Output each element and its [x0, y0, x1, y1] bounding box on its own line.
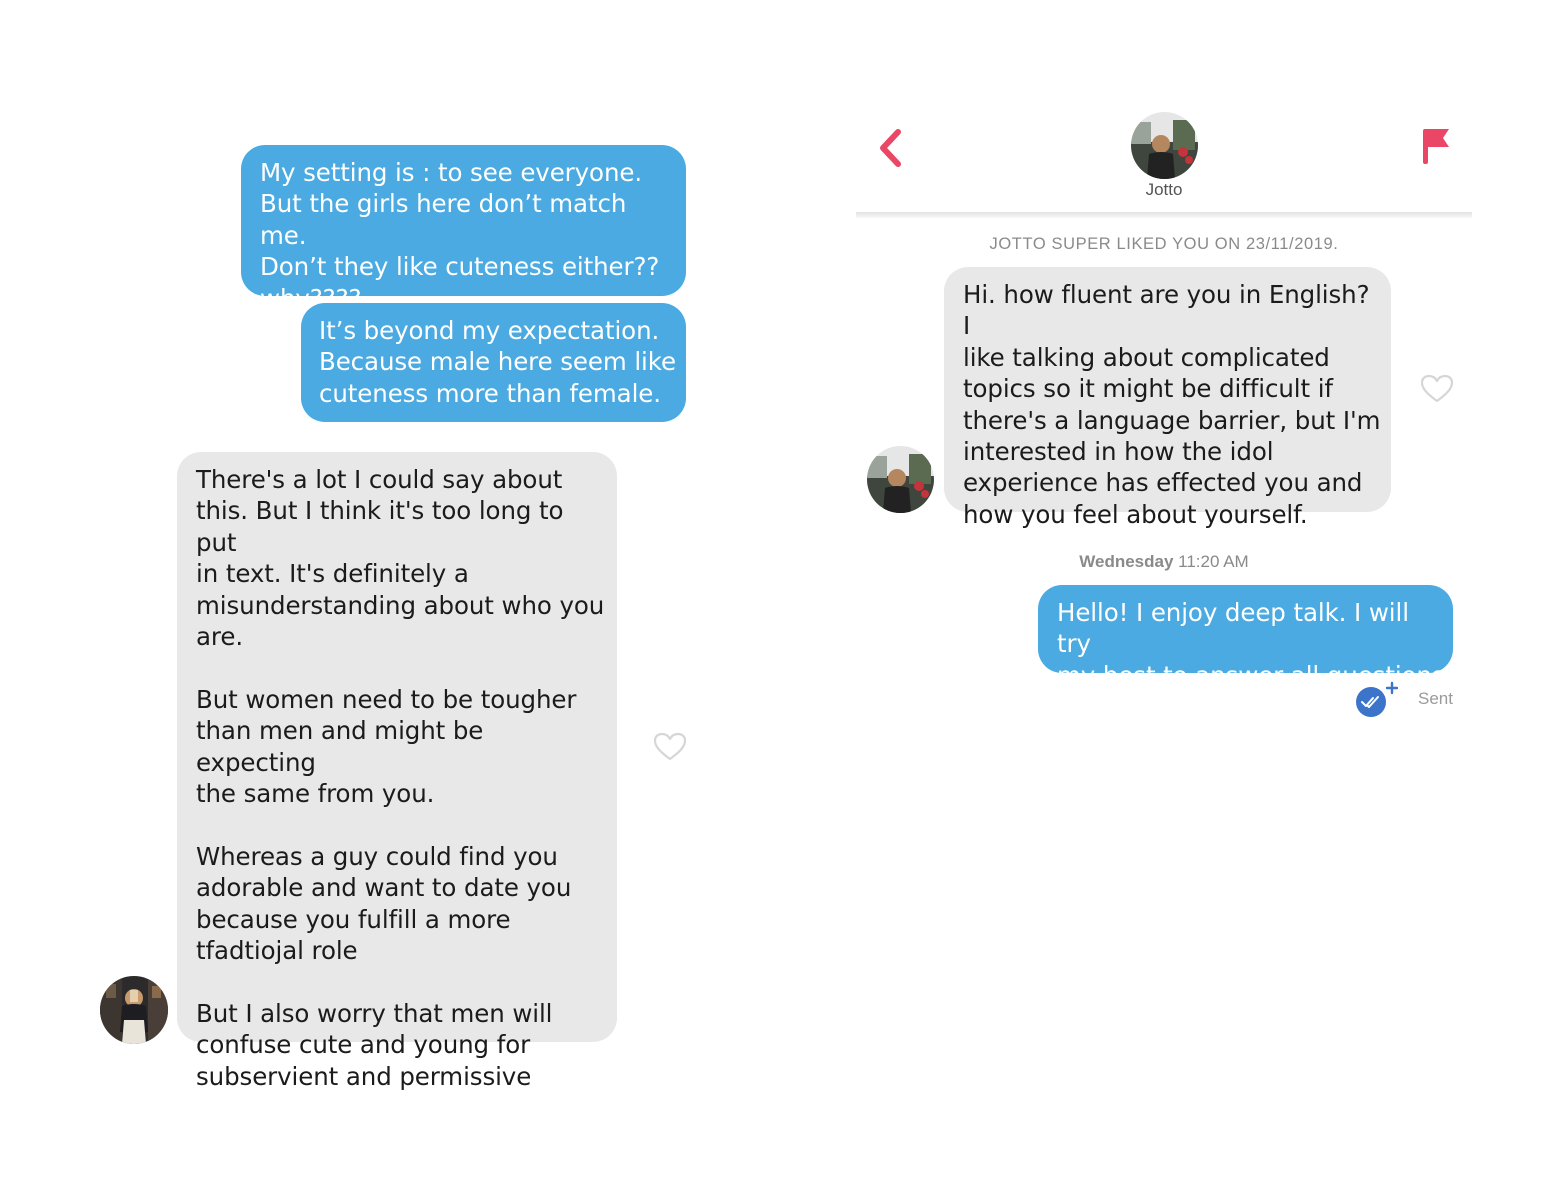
read-receipt-icon — [1356, 681, 1398, 717]
avatar-photo — [100, 976, 168, 1044]
back-arrow-icon[interactable] — [876, 126, 906, 170]
received-message-bubble[interactable]: Hi. how fluent are you in English? I lik… — [944, 267, 1391, 529]
sent-message-bubble[interactable]: Hello! I enjoy deep talk. I will try my … — [1038, 585, 1453, 690]
super-like-notice: JOTTO SUPER LIKED YOU ON 23/11/2019. — [989, 235, 1339, 253]
match-name[interactable]: Jotto — [1104, 180, 1224, 200]
header-avatar[interactable] — [1131, 112, 1198, 179]
match-avatar[interactable] — [100, 976, 168, 1044]
avatar-photo — [867, 446, 934, 513]
header-divider — [856, 212, 1472, 218]
like-heart-icon[interactable] — [653, 732, 687, 762]
timestamp-day: Wednesday — [1079, 552, 1174, 571]
sent-message-bubble[interactable]: My setting is : to see everyone. But the… — [241, 145, 686, 313]
match-avatar[interactable] — [867, 446, 934, 513]
delivery-status: Sent — [1418, 689, 1453, 708]
avatar-photo — [1131, 112, 1198, 179]
message-timestamp: Wednesday 11:20 AM — [856, 552, 1472, 572]
flag-icon[interactable] — [1421, 126, 1451, 166]
received-message-bubble[interactable]: There's a lot I could say about this. Bu… — [177, 452, 617, 1091]
sent-message-bubble[interactable]: It’s beyond my expectation. Because male… — [301, 303, 686, 422]
like-heart-icon[interactable] — [1420, 374, 1454, 404]
timestamp-time: 11:20 AM — [1178, 552, 1249, 571]
